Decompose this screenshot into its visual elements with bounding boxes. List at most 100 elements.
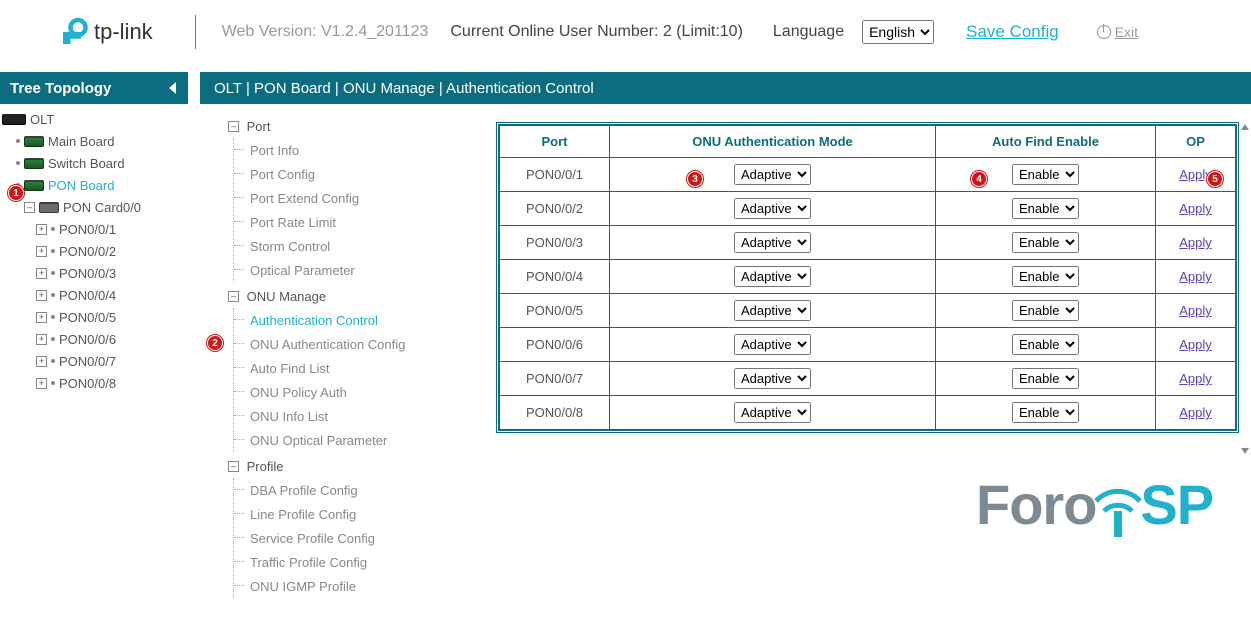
tree-expand-icon[interactable]: +: [36, 246, 47, 257]
apply-link[interactable]: Apply: [1179, 201, 1212, 216]
submenu-item[interactable]: ONU Authentication Config: [234, 332, 496, 356]
table-row: PON0/0/7 Adaptive Enable Apply: [500, 362, 1236, 396]
tree-expand-icon[interactable]: +: [36, 378, 47, 389]
submenu-item[interactable]: ONU IGMP Profile: [234, 574, 496, 598]
cell-port: PON0/0/3: [500, 226, 610, 260]
tree-port[interactable]: +PON0/0/1: [2, 218, 186, 240]
apply-link[interactable]: Apply: [1179, 405, 1212, 420]
tree-expand-icon[interactable]: +: [36, 290, 47, 301]
submenu-item[interactable]: Authentication Control: [234, 308, 496, 332]
board-icon: [24, 136, 44, 147]
apply-link[interactable]: Apply: [1179, 269, 1212, 284]
tree-collapse-icon[interactable]: –: [228, 121, 239, 132]
mode-select[interactable]: Adaptive: [734, 266, 811, 287]
tree-pon-card[interactable]: – PON Card0/0: [2, 196, 186, 218]
submenu-item[interactable]: Port Extend Config: [234, 186, 496, 210]
scrollbar[interactable]: [1241, 124, 1249, 454]
auto-find-select[interactable]: Enable: [1012, 198, 1079, 219]
web-version: Web Version: V1.2.4_201123: [222, 23, 429, 41]
submenu-item[interactable]: Port Rate Limit: [234, 210, 496, 234]
apply-link[interactable]: Apply: [1179, 337, 1212, 352]
apply-link[interactable]: Apply: [1179, 303, 1212, 318]
submenu-item[interactable]: Service Profile Config: [234, 526, 496, 550]
submenu-item[interactable]: Storm Control: [234, 234, 496, 258]
col-port: Port: [500, 126, 610, 158]
tree-port[interactable]: +PON0/0/4: [2, 284, 186, 306]
col-op: OP: [1156, 126, 1236, 158]
language-select[interactable]: English: [862, 20, 934, 44]
tree-expand-icon[interactable]: +: [36, 334, 47, 345]
auto-find-select[interactable]: Enable: [1012, 232, 1079, 253]
tree-port[interactable]: +PON0/0/5: [2, 306, 186, 328]
tree-port[interactable]: +PON0/0/2: [2, 240, 186, 262]
mode-select[interactable]: Adaptive: [734, 300, 811, 321]
cell-port: PON0/0/8: [500, 396, 610, 430]
table-row: PON0/0/4AdaptiveEnableApply: [500, 260, 1236, 294]
auto-find-select[interactable]: Enable: [1012, 402, 1079, 423]
submenu-item[interactable]: Port Info: [234, 138, 496, 162]
sidebar-collapse-button[interactable]: [162, 72, 184, 104]
apply-link[interactable]: Apply: [1179, 371, 1212, 386]
submenu-item[interactable]: ONU Info List: [234, 404, 496, 428]
mode-select[interactable]: Adaptive: [734, 232, 811, 253]
cell-port: PON0/0/7: [500, 362, 610, 396]
tree-port[interactable]: +PON0/0/7: [2, 350, 186, 372]
mode-select[interactable]: Adaptive: [734, 368, 811, 389]
annotation-marker-1: 1: [8, 185, 24, 201]
mode-select[interactable]: Adaptive: [734, 334, 811, 355]
mode-select[interactable]: Adaptive: [734, 198, 811, 219]
annotation-marker-2: 2: [207, 335, 223, 351]
tree-port[interactable]: +PON0/0/3: [2, 262, 186, 284]
annotation-marker-5: 5: [1207, 171, 1223, 187]
tree-port[interactable]: +PON0/0/8: [2, 372, 186, 394]
submenu-group[interactable]: – Profile: [228, 454, 496, 478]
port-icon: [51, 359, 55, 363]
auto-find-select[interactable]: Enable: [1012, 266, 1079, 287]
submenu-group[interactable]: – ONU Manage: [228, 284, 496, 308]
online-user-count: Current Online User Number: 2 (Limit:10): [450, 23, 743, 41]
tree-port[interactable]: +PON0/0/6: [2, 328, 186, 350]
power-icon: [1097, 25, 1111, 39]
tree-pon-board[interactable]: PON Board: [2, 174, 186, 196]
tree-expand-icon[interactable]: +: [36, 356, 47, 367]
tree-expand-icon[interactable]: +: [36, 312, 47, 323]
col-mode: ONU Authentication Mode: [610, 126, 936, 158]
submenu-item[interactable]: Auto Find List: [234, 356, 496, 380]
tree-switch-board[interactable]: Switch Board: [2, 152, 186, 174]
submenu-item[interactable]: Traffic Profile Config: [234, 550, 496, 574]
submenu-item[interactable]: ONU Optical Parameter: [234, 428, 496, 452]
table-row: PON0/0/2AdaptiveEnableApply: [500, 192, 1236, 226]
exit-link[interactable]: Exit: [1097, 24, 1138, 40]
port-icon: [51, 271, 55, 275]
apply-link[interactable]: Apply: [1179, 235, 1212, 250]
auto-find-select[interactable]: Enable: [1012, 368, 1079, 389]
tree-collapse-icon[interactable]: –: [24, 202, 35, 213]
topology-tree: OLT Main Board Switch Board PON Board: [0, 104, 188, 398]
auto-find-select[interactable]: Enable: [1012, 300, 1079, 321]
submenu-item[interactable]: ONU Policy Auth: [234, 380, 496, 404]
mode-select[interactable]: Adaptive: [734, 402, 811, 423]
submenu-item[interactable]: Line Profile Config: [234, 502, 496, 526]
mode-select[interactable]: Adaptive: [734, 164, 811, 185]
submenu-item[interactable]: Optical Parameter: [234, 258, 496, 282]
auto-find-select[interactable]: Enable: [1012, 334, 1079, 355]
board-icon: [24, 158, 44, 169]
tree-collapse-icon[interactable]: –: [228, 291, 239, 302]
auto-find-select[interactable]: Enable: [1012, 164, 1079, 185]
submenu-item[interactable]: Port Config: [234, 162, 496, 186]
submenu-item[interactable]: DBA Profile Config: [234, 478, 496, 502]
header: tp-link Web Version: V1.2.4_201123 Curre…: [0, 0, 1251, 64]
tree-main-board[interactable]: Main Board: [2, 130, 186, 152]
annotation-marker-3: 3: [687, 171, 703, 187]
tree-expand-icon[interactable]: +: [36, 268, 47, 279]
tree-collapse-icon[interactable]: –: [228, 461, 239, 472]
tree-connector-icon: [16, 139, 20, 143]
submenu: – PortPort InfoPort ConfigPort Extend Co…: [200, 104, 496, 598]
chevron-left-icon: [168, 82, 178, 94]
submenu-group[interactable]: – Port: [228, 114, 496, 138]
tplink-icon: [60, 17, 90, 47]
tree-olt[interactable]: OLT: [2, 108, 186, 130]
tree-expand-icon[interactable]: +: [36, 224, 47, 235]
header-divider: [195, 15, 196, 49]
save-config-link[interactable]: Save Config: [966, 22, 1059, 42]
